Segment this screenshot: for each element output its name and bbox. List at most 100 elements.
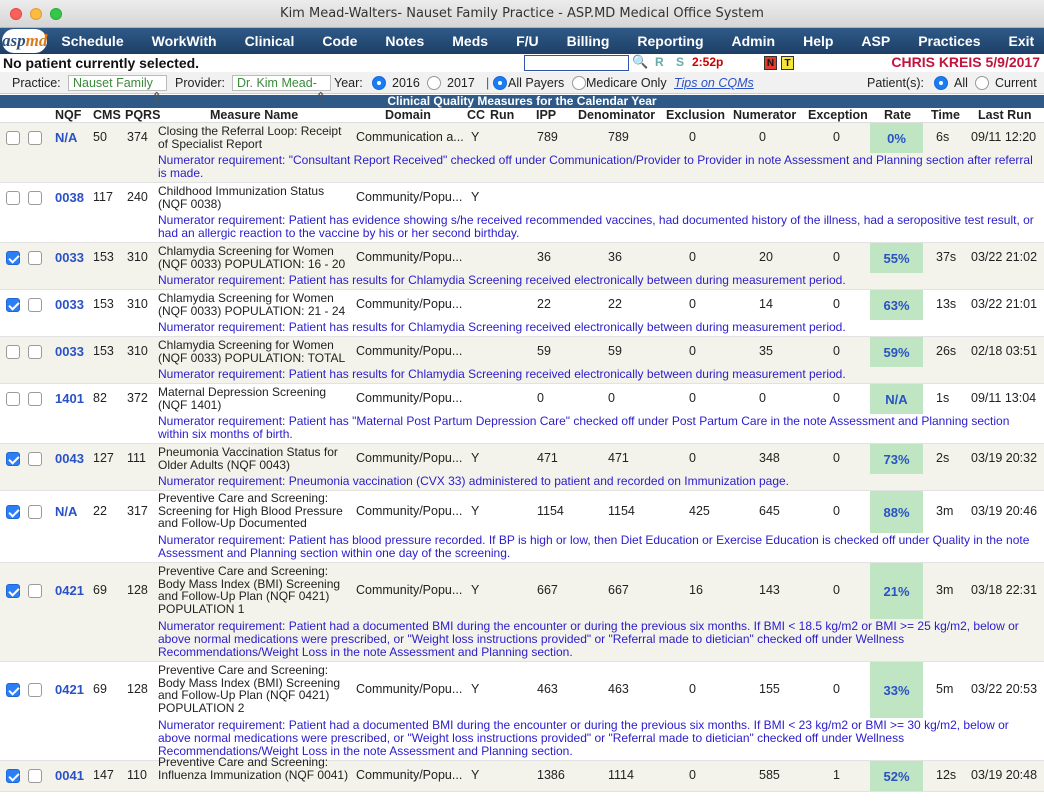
select-checkbox[interactable] xyxy=(6,584,20,598)
menu-item-asp[interactable]: ASP xyxy=(847,33,904,49)
col-rate[interactable]: Rate xyxy=(884,108,911,122)
run-checkbox[interactable] xyxy=(28,683,42,697)
select-checkbox[interactable] xyxy=(6,452,20,466)
search-icon[interactable]: 🔍 xyxy=(632,54,648,70)
domain-value: Community/Popu... xyxy=(356,682,463,696)
select-checkbox[interactable] xyxy=(6,298,20,312)
exclusion-value: 0 xyxy=(689,768,696,782)
close-window-button[interactable] xyxy=(10,8,22,20)
menu-item-clinical[interactable]: Clinical xyxy=(231,33,309,49)
time-value: 3m xyxy=(936,504,954,518)
col-run[interactable]: Run xyxy=(490,108,514,122)
nqf-link[interactable]: N/A xyxy=(55,130,77,145)
numerator-requirement: Numerator requirement: Pneumonia vaccina… xyxy=(158,474,790,488)
col-measure-name[interactable]: Measure Name xyxy=(210,108,298,122)
numerator-value: 0 xyxy=(759,391,766,405)
run-checkbox[interactable] xyxy=(28,191,42,205)
menu-item-meds[interactable]: Meds xyxy=(438,33,502,49)
practice-select[interactable]: Nauset Family ⇕ xyxy=(68,75,167,104)
medicare-only-radio[interactable] xyxy=(572,76,586,90)
col-nqf[interactable]: NQF xyxy=(55,108,81,122)
menu-item-help[interactable]: Help xyxy=(789,33,847,49)
minimize-window-button[interactable] xyxy=(30,8,42,20)
nqf-link[interactable]: 1401 xyxy=(55,391,84,406)
menu-item-notes[interactable]: Notes xyxy=(371,33,438,49)
col-denominator[interactable]: Denominator xyxy=(578,108,655,122)
menu-item-admin[interactable]: Admin xyxy=(718,33,790,49)
tips-on-cqms-link[interactable]: Tips on CQMs xyxy=(674,76,754,90)
run-checkbox[interactable] xyxy=(28,298,42,312)
zoom-window-button[interactable] xyxy=(50,8,62,20)
col-ipp[interactable]: IPP xyxy=(536,108,556,122)
run-checkbox[interactable] xyxy=(28,505,42,519)
run-checkbox[interactable] xyxy=(28,131,42,145)
badge-n[interactable]: N xyxy=(764,56,777,70)
clock-time: 2:52p xyxy=(692,55,724,69)
menu-item-exit[interactable]: Exit xyxy=(995,33,1044,49)
exclusion-value: 0 xyxy=(689,682,696,696)
run-checkbox[interactable] xyxy=(28,584,42,598)
nqf-link[interactable]: 0038 xyxy=(55,190,84,205)
patients-all-radio[interactable] xyxy=(934,76,948,90)
select-checkbox[interactable] xyxy=(6,769,20,783)
run-checkbox[interactable] xyxy=(28,392,42,406)
s-link[interactable]: S xyxy=(676,55,684,69)
window-controls xyxy=(10,8,62,20)
menu-item-reporting[interactable]: Reporting xyxy=(623,33,717,49)
pqrs-value: 310 xyxy=(127,250,148,264)
rate-value: 0% xyxy=(870,123,923,153)
cc-value: Y xyxy=(471,190,480,204)
select-checkbox[interactable] xyxy=(6,131,20,145)
time-value: 6s xyxy=(936,130,950,144)
nqf-link[interactable]: 0033 xyxy=(55,297,84,312)
run-checkbox[interactable] xyxy=(28,345,42,359)
col-exception[interactable]: Exception xyxy=(808,108,868,122)
col-last-run[interactable]: Last Run xyxy=(978,108,1031,122)
col-exclusion[interactable]: Exclusion xyxy=(666,108,725,122)
denominator-value: 0 xyxy=(608,391,615,405)
select-checkbox[interactable] xyxy=(6,345,20,359)
select-checkbox[interactable] xyxy=(6,505,20,519)
menu-item-workwith[interactable]: WorkWith xyxy=(138,33,231,49)
patients-current-radio[interactable] xyxy=(975,76,989,90)
measure-name: Preventive Care and Screening: Body Mass… xyxy=(158,564,341,616)
all-payers-radio[interactable] xyxy=(493,76,507,90)
patient-search-input[interactable] xyxy=(524,55,629,71)
select-checkbox[interactable] xyxy=(6,191,20,205)
numerator-value: 20 xyxy=(759,250,773,264)
col-domain[interactable]: Domain xyxy=(385,108,431,122)
measure-name: Pneumonia Vaccination Status for Older A… xyxy=(158,445,338,472)
exception-value: 1 xyxy=(833,768,840,782)
menu-item-code[interactable]: Code xyxy=(308,33,371,49)
col-cc[interactable]: CC xyxy=(467,108,485,122)
year-2017-radio[interactable] xyxy=(427,76,441,90)
nqf-link[interactable]: 0033 xyxy=(55,250,84,265)
r-link[interactable]: R xyxy=(655,55,664,69)
select-checkbox[interactable] xyxy=(6,251,20,265)
col-numerator[interactable]: Numerator xyxy=(733,108,796,122)
nqf-link[interactable]: 0041 xyxy=(55,768,84,783)
nqf-link[interactable]: 0421 xyxy=(55,682,84,697)
run-checkbox[interactable] xyxy=(28,251,42,265)
col-cms[interactable]: CMS xyxy=(93,108,121,122)
menu-item-f-u[interactable]: F/U xyxy=(502,33,553,49)
select-checkbox[interactable] xyxy=(6,683,20,697)
year-2016-radio[interactable] xyxy=(372,76,386,90)
col-time[interactable]: Time xyxy=(931,108,960,122)
nqf-link[interactable]: 0043 xyxy=(55,451,84,466)
col-pqrs[interactable]: PQRS xyxy=(125,108,160,122)
nqf-link[interactable]: 0033 xyxy=(55,344,84,359)
current-user: CHRIS KREIS 5/9/2017 xyxy=(891,54,1040,70)
badge-t[interactable]: T xyxy=(781,56,794,70)
menu-item-schedule[interactable]: Schedule xyxy=(47,33,137,49)
nqf-link[interactable]: N/A xyxy=(55,504,77,519)
rate-value: 52% xyxy=(870,761,923,791)
menu-item-practices[interactable]: Practices xyxy=(904,33,994,49)
run-checkbox[interactable] xyxy=(28,769,42,783)
select-checkbox[interactable] xyxy=(6,392,20,406)
run-checkbox[interactable] xyxy=(28,452,42,466)
app-logo[interactable]: asp md xyxy=(2,29,48,53)
menu-item-billing[interactable]: Billing xyxy=(553,33,624,49)
provider-select[interactable]: Dr. Kim Mead- ⇕ xyxy=(232,75,331,104)
nqf-link[interactable]: 0421 xyxy=(55,583,84,598)
